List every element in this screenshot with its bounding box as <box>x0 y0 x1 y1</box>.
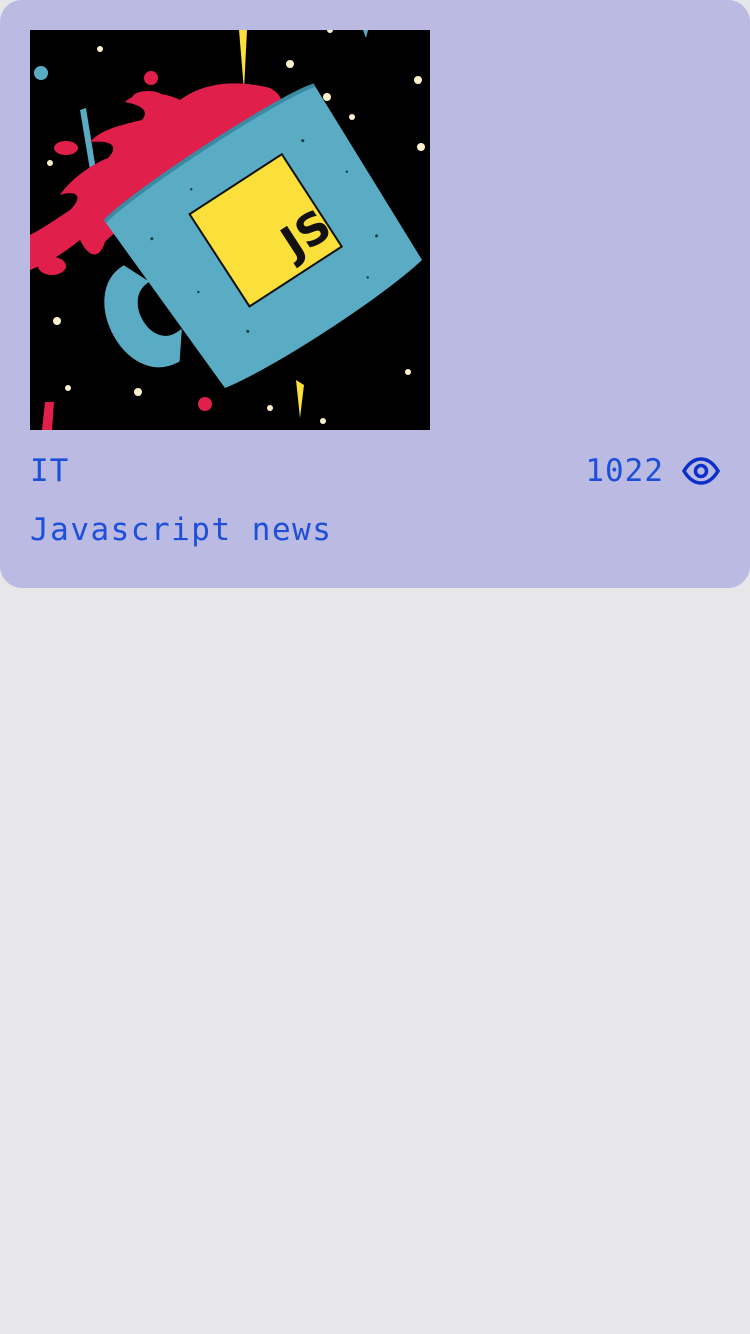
js-mug-illustration: JS <box>30 30 430 430</box>
news-card[interactable]: JS IT 1022 Javascript news <box>0 0 750 588</box>
news-title[interactable]: Javascript news <box>30 512 332 548</box>
eye-icon <box>682 457 720 485</box>
category-label: IT <box>30 453 70 489</box>
card-meta-row: IT 1022 <box>30 446 720 496</box>
view-count: 1022 <box>585 453 664 489</box>
view-count-group: 1022 <box>585 453 720 489</box>
news-thumbnail[interactable]: JS <box>30 30 430 430</box>
